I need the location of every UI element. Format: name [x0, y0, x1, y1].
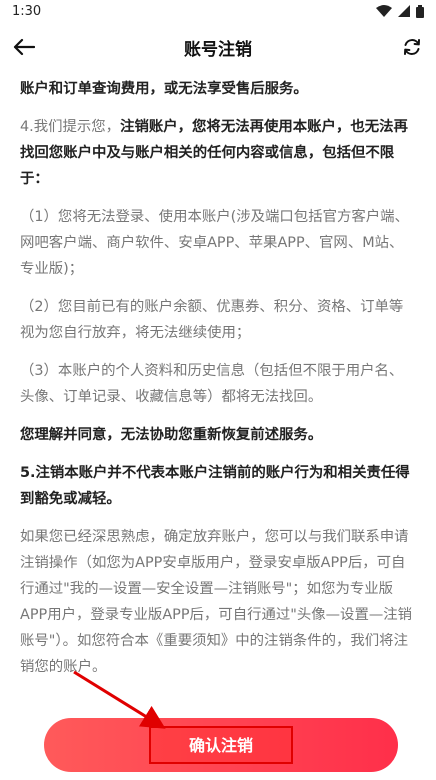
back-arrow-icon [13, 38, 35, 56]
signal-icon [398, 5, 410, 17]
agree-text: 您理解并同意，无法协助您重新恢复前述服务。 [20, 427, 323, 443]
wifi-icon [376, 5, 392, 17]
confirm-area: 确认注销 [44, 718, 398, 772]
confirm-button-label: 确认注销 [148, 726, 293, 764]
final-text: 如果您已经深思熟虑，确定放弃账户，您可以与我们联系申请注销操作（如您为APP安卓… [20, 529, 413, 675]
intro-text: 账户和订单查询费用，或无法享受售后服务。 [20, 81, 308, 97]
nav-bar: 账号注销 [0, 22, 436, 72]
clause-5: 5.注销本账户并不代表本账户注销前的账户行为和相关责任得到豁免或减轻。 [20, 465, 410, 507]
confirm-cancel-account-button[interactable]: 确认注销 [44, 718, 398, 772]
notice-content: 账户和订单查询费用，或无法享受售后服务。 4.我们提示您，注销账户，您将无法再使… [0, 72, 436, 680]
clause-4-item-2: （2）您目前已有的账户余额、优惠券、积分、资格、订单等视为您自行放弃，将无法继续… [20, 299, 404, 341]
clause-4-item-1: （1）您将无法登录、使用本账户(涉及端口包括官方客户端、网吧客户端、商户软件、安… [20, 209, 409, 277]
status-time: 1:30 [12, 3, 42, 19]
page-title: 账号注销 [184, 39, 252, 60]
status-bar: 1:30 [0, 0, 436, 22]
back-button[interactable] [10, 33, 38, 61]
clause-4-prefix: 4.我们提示您， [20, 119, 121, 135]
battery-icon [416, 4, 424, 18]
status-icons [376, 4, 424, 18]
clause-4: 4.我们提示您，注销账户，您将无法再使用本账户，也无法再找回您账户中及与账户相关… [20, 114, 416, 192]
refresh-button[interactable] [398, 33, 426, 61]
clause-4-item-3: （3）本账户的个人资料和历史信息（包括但不限于用户名、头像、订单记录、收藏信息等… [20, 363, 404, 405]
refresh-icon [404, 39, 420, 55]
